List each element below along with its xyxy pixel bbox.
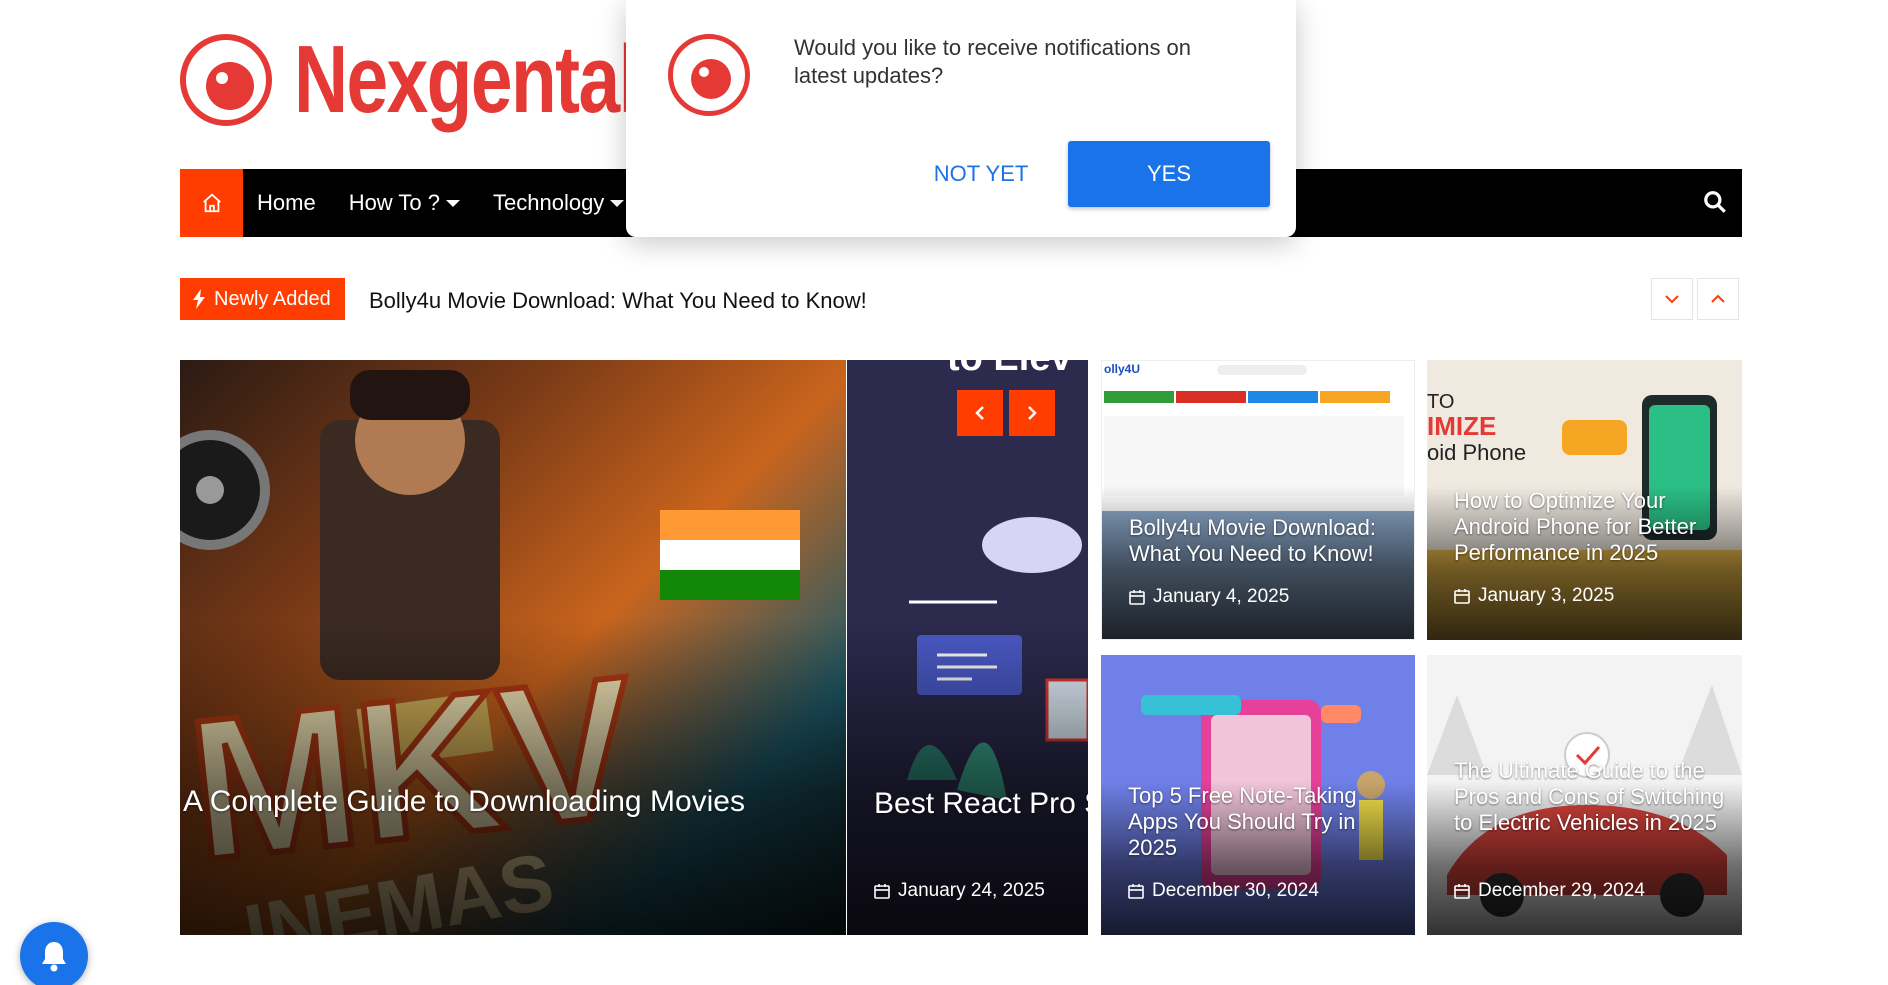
card-date: January 4, 2025 — [1129, 586, 1289, 608]
card-date-text: January 4, 2025 — [1153, 586, 1290, 607]
slider-next-button[interactable] — [1009, 390, 1055, 436]
chevron-right-icon — [1028, 406, 1037, 420]
grid-card[interactable]: TO IMIZE oid Phone How to Optimize Your … — [1427, 360, 1742, 640]
newly-added-badge: Newly Added — [180, 278, 345, 320]
home-icon[interactable] — [180, 169, 243, 237]
card-title[interactable]: The Ultimate Guide to the Pros and Cons … — [1454, 758, 1726, 836]
page: { "site": { "name": "Nexgental", "brand_… — [0, 0, 1888, 985]
card-title[interactable]: How to Optimize Your Android Phone for B… — [1454, 488, 1726, 566]
chevron-down-icon — [1665, 295, 1679, 304]
svg-text:to Elev: to Elev — [947, 360, 1072, 379]
calendar-icon — [1454, 589, 1470, 604]
nav-item-home[interactable]: Home — [257, 190, 316, 216]
caret-down-icon — [446, 199, 460, 207]
logo-icon — [180, 34, 272, 126]
grid-card[interactable]: olly4U Bolly4u Movie Download: What You … — [1101, 360, 1415, 640]
ticker-headline[interactable]: Bolly4u Movie Download: What You Need to… — [369, 288, 867, 314]
card-title[interactable]: A Complete Guide to Downloading Movies — [183, 784, 830, 820]
card-date: January 3, 2025 — [1454, 585, 1614, 607]
svg-text:TO: TO — [1427, 391, 1454, 413]
card-date-text: December 30, 2024 — [1152, 880, 1319, 901]
site-logo-icon — [668, 34, 750, 116]
badge-label: Newly Added — [214, 287, 331, 310]
card-date: January 24, 2025 — [874, 880, 1045, 902]
yes-button[interactable]: YES — [1068, 141, 1270, 207]
calendar-icon — [1454, 884, 1470, 899]
card-title[interactable]: Best React Pro Skills 2025 — [874, 784, 1088, 823]
grid-card[interactable]: The Ultimate Guide to the Pros and Cons … — [1427, 655, 1742, 935]
slider-prev-button[interactable] — [957, 390, 1003, 436]
not-yet-button[interactable]: NOT YET — [906, 141, 1056, 207]
ticker-up-button[interactable] — [1697, 278, 1739, 320]
nav-item-technology[interactable]: Technology — [493, 190, 625, 216]
notification-popup: Would you like to receive notifications … — [626, 0, 1296, 237]
chevron-left-icon — [975, 406, 984, 420]
nav-item-technology-label: Technology — [493, 190, 605, 215]
calendar-icon — [874, 884, 890, 899]
calendar-icon — [1129, 590, 1145, 605]
nav-item-how-to[interactable]: How To ? — [349, 190, 460, 216]
featured-card-main[interactable]: MKV INEMAS A Complete Guide to Downloadi… — [180, 360, 846, 935]
calendar-icon — [1128, 884, 1144, 899]
caret-down-icon — [610, 199, 625, 207]
card-title[interactable]: Bolly4u Movie Download: What You Need to… — [1129, 515, 1398, 567]
grid-card[interactable]: Top 5 Free Note-Taking Apps You Should T… — [1101, 655, 1415, 935]
featured-card-second[interactable]: to Elev Best React Pro Skills 2025 Janua… — [847, 360, 1088, 935]
svg-text:olly4U: olly4U — [1104, 362, 1140, 376]
bolt-icon — [193, 289, 205, 309]
nav-item-how-to-label: How To ? — [348, 190, 440, 215]
ticker-down-button[interactable] — [1651, 278, 1693, 320]
chevron-up-icon — [1711, 294, 1725, 303]
card-date-text: December 29, 2024 — [1478, 880, 1645, 901]
notification-bell-button[interactable] — [20, 922, 88, 985]
card-date-text: January 24, 2025 — [898, 880, 1045, 901]
popup-message: Would you like to receive notifications … — [794, 35, 1192, 88]
svg-text:oid Phone: oid Phone — [1427, 440, 1526, 465]
card-date: December 30, 2024 — [1128, 880, 1319, 902]
bell-icon — [42, 942, 66, 972]
card-title[interactable]: Top 5 Free Note-Taking Apps You Should T… — [1128, 783, 1399, 861]
svg-text:IMIZE: IMIZE — [1427, 411, 1496, 441]
site-name: Nexgental — [294, 26, 639, 133]
search-icon[interactable] — [1702, 189, 1730, 217]
card-gradient — [180, 618, 846, 935]
card-date-text: January 3, 2025 — [1478, 585, 1615, 606]
card-date: December 29, 2024 — [1454, 880, 1645, 902]
